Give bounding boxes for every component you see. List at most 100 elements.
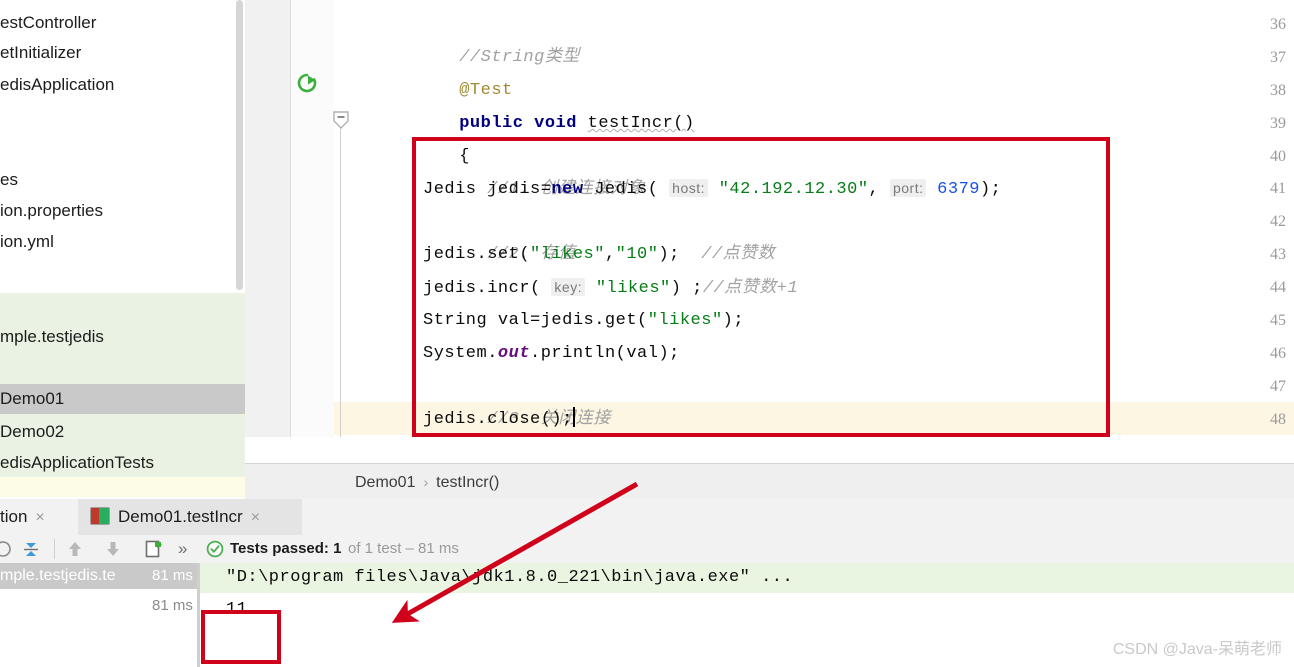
line-number: 43 [1246, 238, 1286, 271]
sidebar-item-label: ion.yml [0, 227, 54, 257]
code-line-48[interactable]: jedis.close(); [423, 403, 575, 436]
line-number: 47 [1246, 370, 1286, 403]
param-hint-port: port: [890, 179, 927, 197]
code-line-46[interactable]: System.out.println(val); [423, 337, 680, 370]
screenshot-root: estController etInitializer edisApplicat… [0, 0, 1294, 667]
editor-gutter[interactable] [245, 0, 291, 463]
sidebar-item-5[interactable]: ion.yml [0, 227, 245, 257]
code-stmt-end: ); [658, 245, 679, 264]
code-line-37[interactable]: @Test [395, 41, 513, 74]
editor-bottom-filler [245, 437, 1294, 463]
test-results-tree: mple.testjedis.te 81 ms 81 ms [0, 563, 200, 667]
sidebar-item-label: Demo01 [0, 384, 64, 414]
code-line-36[interactable]: //String类型 [395, 8, 580, 41]
sidebar-item-label: ion.properties [0, 196, 103, 226]
tests-passed-status: Tests passed: 1 [230, 535, 341, 563]
breadcrumb-bar: Demo01›testIncr() [245, 463, 1294, 501]
sidebar-item-label: etInitializer [0, 38, 81, 68]
expand-collapse-icon[interactable] [22, 540, 40, 558]
param-hint-host: host: [669, 179, 708, 197]
editor-fold-column[interactable] [291, 0, 334, 463]
close-icon[interactable]: × [35, 509, 44, 526]
code-call: jedis.set( [423, 245, 530, 264]
sidebar-item-package[interactable]: mple.testjedis [0, 322, 245, 352]
code-ctor: Jedis( [584, 180, 659, 199]
toolbar-separator [54, 539, 55, 559]
code-editor[interactable]: 36 37 38 39 40 41 42 43 44 45 46 47 48 4… [245, 0, 1294, 463]
sidebar-scrollbar[interactable] [236, 0, 243, 290]
sidebar-item-label: Demo02 [0, 417, 64, 447]
tests-passed-detail: of 1 test – 81 ms [348, 535, 459, 563]
code-stmt-end: ) ; [671, 279, 703, 298]
watermark: CSDN @Java-呆萌老师 [1113, 635, 1282, 659]
code-string-key: "likes" [596, 279, 671, 298]
breadcrumb: Demo01›testIncr() [355, 464, 499, 500]
line-number: 41 [1246, 172, 1286, 205]
test-class-icon [90, 507, 110, 525]
run-tool-window: tion × Demo01.testIncr × [0, 499, 1294, 667]
sidebar-item-0[interactable]: estController [0, 8, 245, 38]
sidebar-item-4[interactable]: ion.properties [0, 196, 245, 226]
close-icon[interactable]: × [251, 509, 260, 526]
export-test-results-icon[interactable] [144, 539, 164, 559]
sidebar-item-label: edisApplicationTests [0, 448, 154, 478]
code-stmt-end: ); [980, 180, 1001, 199]
rerun-icon[interactable] [0, 540, 12, 558]
sidebar-item-3[interactable]: es [0, 165, 245, 195]
code-comma: , [869, 180, 880, 199]
param-hint-key: key: [551, 278, 585, 296]
code-line-39[interactable]: { [395, 107, 470, 140]
tests-passed-icon [206, 540, 224, 558]
code-string-key: "likes" [530, 245, 605, 264]
code-fold-collapse-icon[interactable] [331, 110, 351, 130]
code-method-name: testIncr() [588, 114, 695, 133]
code-decl: Jedis jedis= [423, 180, 551, 199]
run-test-gutter-icon[interactable] [295, 72, 319, 96]
text-caret [573, 407, 575, 427]
line-number: 48 [1246, 403, 1286, 436]
sidebar-item-application-tests[interactable]: edisApplicationTests [0, 448, 245, 478]
sidebar-item-1[interactable]: etInitializer [0, 38, 245, 68]
run-tab-label: Demo01.testIncr [118, 507, 243, 526]
toolbar-overflow-button[interactable]: » [178, 535, 187, 563]
test-tree-duration-total: 81 ms [152, 593, 193, 619]
code-line-38[interactable]: public void testIncr() [395, 74, 695, 107]
line-number: 40 [1246, 140, 1286, 173]
code-line-42[interactable]: //2. 存值 [423, 205, 576, 238]
run-tab-label: tion [0, 507, 27, 526]
code-stmt-end: ); [723, 311, 744, 330]
code-decl: String val=jedis.get( [423, 311, 648, 330]
prev-failed-test-icon[interactable] [66, 540, 84, 558]
breadcrumb-method[interactable]: testIncr() [436, 474, 499, 491]
code-line-44[interactable]: jedis.incr( key: "likes") ;//点赞数+1 [423, 271, 798, 304]
sidebar-item-label: edisApplication [0, 70, 114, 100]
code-line-41[interactable]: Jedis jedis=new Jedis( host: "42.192.12.… [423, 172, 1001, 205]
line-number: 37 [1246, 41, 1286, 74]
sidebar-item-demo02[interactable]: Demo02 [0, 417, 245, 447]
test-tree-label: mple.testjedis.te [0, 567, 116, 584]
console-command-line: "D:\program files\Java\jdk1.8.0_221\bin\… [226, 563, 793, 593]
line-number: 39 [1246, 107, 1286, 140]
code-line-40[interactable]: //1. 创建连接对象 [423, 140, 646, 173]
code-line-43[interactable]: jedis.set("likes","10"); //点赞数 [423, 238, 775, 271]
code-keyword-void: void [534, 114, 577, 133]
breadcrumb-class[interactable]: Demo01 [355, 474, 415, 491]
code-string-key: "likes" [648, 311, 723, 330]
line-number: 45 [1246, 304, 1286, 337]
project-sidebar: estController etInitializer edisApplicat… [0, 0, 245, 497]
code-call: jedis.incr( [423, 279, 541, 298]
sidebar-item-demo01[interactable]: Demo01 [0, 384, 245, 414]
run-tab-configuration[interactable]: tion × [0, 499, 66, 535]
sidebar-highlight-strip [0, 477, 245, 497]
sidebar-item-label: es [0, 165, 18, 195]
code-string-value: "10" [616, 245, 659, 264]
next-failed-test-icon[interactable] [104, 540, 122, 558]
sidebar-item-2[interactable]: edisApplication [0, 70, 245, 100]
code-sysout: System. [423, 344, 498, 363]
code-string-host: "42.192.12.30" [719, 180, 869, 199]
run-tab-demo01-testincr[interactable]: Demo01.testIncr × [78, 499, 302, 535]
code-number-port: 6379 [937, 180, 980, 199]
line-number: 42 [1246, 205, 1286, 238]
code-line-47[interactable]: //3. 关闭连接 [423, 370, 611, 403]
code-line-45[interactable]: String val=jedis.get("likes"); [423, 304, 744, 337]
